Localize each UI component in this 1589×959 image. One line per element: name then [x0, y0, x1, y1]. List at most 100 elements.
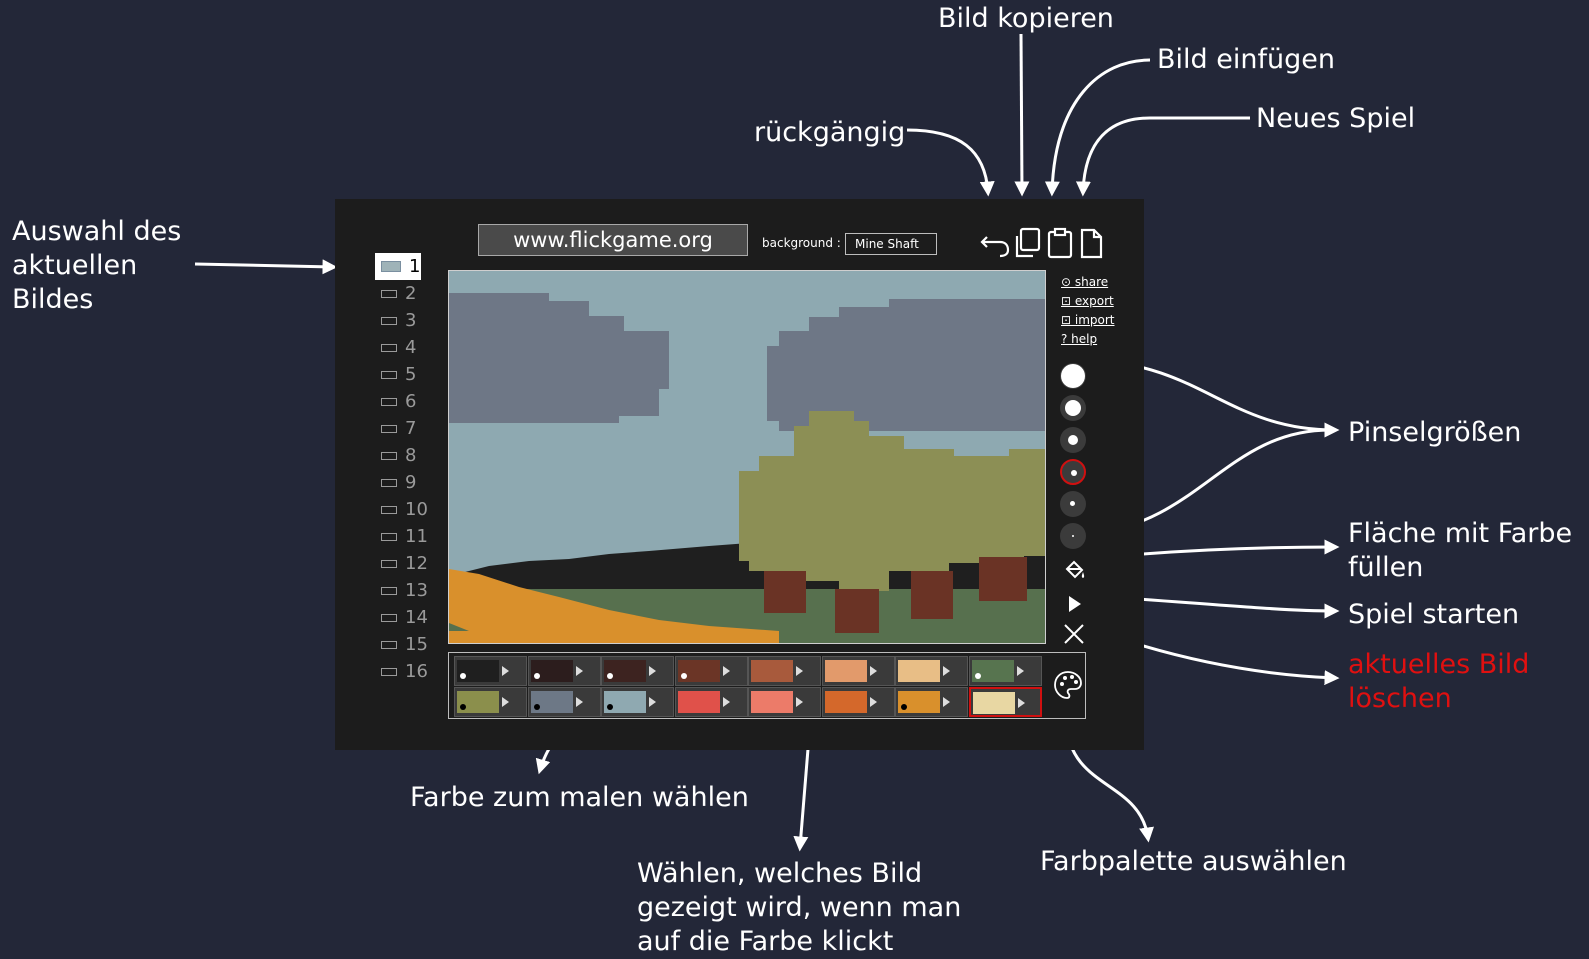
- color-palette: [448, 652, 1086, 719]
- swatch-color[interactable]: [972, 692, 1015, 714]
- copy-icon[interactable]: [1011, 226, 1045, 260]
- swatch-frame-select-icon[interactable]: [649, 697, 656, 707]
- new-page-icon[interactable]: [1074, 226, 1108, 260]
- palette-swatch-row2-2[interactable]: [601, 687, 674, 717]
- palette-swatch-row1-0[interactable]: [454, 656, 527, 686]
- swatch-frame-indicator: [460, 704, 466, 710]
- swatch-color[interactable]: [824, 691, 867, 713]
- label-pinselgroessen: Pinselgrößen: [1348, 417, 1522, 448]
- frame-number: 3: [405, 310, 417, 331]
- frame-number: 7: [405, 418, 417, 439]
- trunk-3: [911, 571, 953, 619]
- frame-item-3[interactable]: 3: [375, 307, 421, 334]
- swatch-frame-select-icon[interactable]: [1017, 698, 1025, 708]
- frame-item-4[interactable]: 4: [375, 334, 421, 361]
- label-auswahl-bild: Auswahl des aktuellen Bildes: [12, 216, 182, 315]
- brush-size-5[interactable]: [1060, 491, 1086, 517]
- arrow-rueckgaengig: [906, 128, 995, 197]
- clear-x-icon[interactable]: [1061, 621, 1087, 647]
- background-select[interactable]: Mine Shaft: [845, 233, 937, 255]
- swatch-frame-select-icon[interactable]: [943, 666, 950, 676]
- swatch-frame-select-icon[interactable]: [722, 697, 730, 707]
- trunk-1: [764, 571, 806, 613]
- side-link-0[interactable]: ⊙ share: [1061, 273, 1115, 292]
- swatch-frame-select-icon[interactable]: [796, 697, 803, 707]
- frame-item-9[interactable]: 9: [375, 469, 421, 496]
- palette-swatch-row2-4[interactable]: [748, 687, 821, 717]
- palette-swatch-row2-5[interactable]: [821, 687, 895, 717]
- swatch-frame-select-icon[interactable]: [722, 666, 730, 676]
- frame-item-5[interactable]: 5: [375, 361, 421, 388]
- frame-thumbnail-icon: [381, 425, 397, 433]
- brush-size-4-selected[interactable]: [1060, 459, 1086, 485]
- brush-size-6[interactable]: [1060, 523, 1086, 549]
- swatch-frame-select-icon[interactable]: [796, 666, 803, 676]
- frame-thumbnail-icon: [381, 614, 397, 622]
- palette-swatch-row1-4[interactable]: [748, 656, 821, 686]
- frame-item-10[interactable]: 10: [375, 496, 428, 523]
- frame-item-12[interactable]: 12: [375, 550, 428, 577]
- label-farbe-waehlen: Farbe zum malen wählen: [410, 782, 749, 813]
- undo-icon[interactable]: [978, 226, 1012, 260]
- play-icon[interactable]: [1061, 591, 1087, 617]
- frame-number: 10: [405, 499, 428, 520]
- frame-item-8[interactable]: 8: [375, 442, 421, 469]
- frame-thumbnail-icon: [381, 479, 397, 487]
- frame-item-13[interactable]: 13: [375, 577, 428, 604]
- swatch-frame-select-icon[interactable]: [575, 697, 583, 707]
- url-display[interactable]: www.flickgame.org: [478, 224, 748, 256]
- frame-item-7[interactable]: 7: [375, 415, 421, 442]
- drawing-canvas[interactable]: [448, 270, 1046, 644]
- frame-thumbnail-icon: [381, 371, 397, 379]
- swatch-frame-select-icon[interactable]: [502, 666, 509, 676]
- frame-item-2[interactable]: 2: [375, 280, 421, 307]
- swatch-color[interactable]: [824, 660, 867, 682]
- frame-thumbnail-icon: [381, 452, 397, 460]
- swatch-frame-select-icon[interactable]: [869, 666, 877, 676]
- brush-size-3[interactable]: [1060, 427, 1086, 453]
- swatch-frame-select-icon[interactable]: [649, 666, 656, 676]
- label-spiel-starten: Spiel starten: [1348, 599, 1520, 630]
- label-bild-loeschen: aktuelles Bild löschen: [1348, 649, 1530, 714]
- side-link-1[interactable]: ⊡ export: [1061, 292, 1115, 311]
- brush-size-1[interactable]: [1060, 363, 1086, 389]
- palette-swatch-row2-6[interactable]: [895, 687, 968, 717]
- swatch-frame-select-icon[interactable]: [943, 697, 950, 707]
- side-link-2[interactable]: ⊡ import: [1061, 311, 1115, 330]
- frame-item-16[interactable]: 16: [375, 658, 428, 685]
- swatch-frame-select-icon[interactable]: [1016, 666, 1024, 676]
- frame-item-1[interactable]: 1: [375, 253, 421, 280]
- frame-number: 12: [405, 553, 428, 574]
- swatch-color[interactable]: [751, 660, 793, 682]
- swatch-color[interactable]: [898, 660, 940, 682]
- palette-swatch-row1-2[interactable]: [601, 656, 674, 686]
- palette-swatch-row1-5[interactable]: [821, 656, 895, 686]
- palette-swatch-row2-3[interactable]: [674, 687, 748, 717]
- palette-swatch-row1-3[interactable]: [674, 656, 748, 686]
- swatch-frame-select-icon[interactable]: [502, 697, 509, 707]
- paste-icon[interactable]: [1043, 226, 1077, 260]
- palette-swatch-row2-1[interactable]: [527, 687, 601, 717]
- palette-icon[interactable]: [1052, 669, 1084, 701]
- swatch-color[interactable]: [677, 691, 720, 713]
- fill-bucket-icon[interactable]: [1061, 557, 1087, 583]
- label-bild-bei-farbe: Wählen, welches Bild gezeigt wird, wenn …: [637, 858, 962, 957]
- palette-swatch-row2-7[interactable]: [968, 687, 1042, 717]
- frame-item-15[interactable]: 15: [375, 631, 428, 658]
- frame-item-14[interactable]: 14: [375, 604, 428, 631]
- arrow-bild-kopieren: [1014, 33, 1030, 197]
- frame-thumbnail-icon: [381, 398, 397, 406]
- swatch-frame-select-icon[interactable]: [869, 697, 877, 707]
- palette-swatch-row1-7[interactable]: [968, 656, 1042, 686]
- swatch-color[interactable]: [751, 691, 793, 713]
- brush-size-2[interactable]: [1060, 395, 1086, 421]
- frame-number: 16: [405, 661, 428, 682]
- frame-item-6[interactable]: 6: [375, 388, 421, 415]
- frame-item-11[interactable]: 11: [375, 523, 428, 550]
- palette-swatch-row1-6[interactable]: [895, 656, 968, 686]
- side-link-3[interactable]: ? help: [1061, 330, 1115, 349]
- swatch-frame-select-icon[interactable]: [575, 666, 583, 676]
- palette-swatch-row2-0[interactable]: [454, 687, 527, 717]
- palette-swatch-row1-1[interactable]: [527, 656, 601, 686]
- swatch-frame-indicator: [607, 704, 613, 710]
